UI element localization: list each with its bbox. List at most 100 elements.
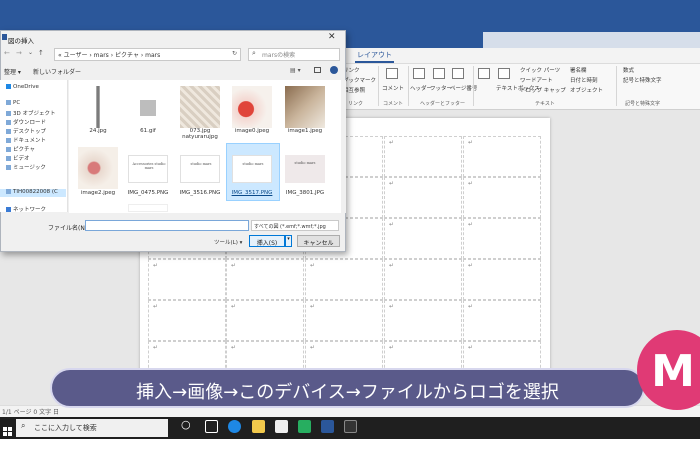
table-cell[interactable]: ↵ <box>226 259 304 300</box>
view-options-icon[interactable]: ▤ ▾ <box>290 67 301 74</box>
organize-button[interactable]: 整理 ▾ <box>4 67 21 76</box>
ribbon-bookmark-button[interactable]: ブックマーク <box>343 76 376 84</box>
close-icon[interactable]: ✕ <box>328 32 336 42</box>
nav-item-label: PC <box>13 100 21 106</box>
nav-item[interactable]: ダウンロード <box>6 118 46 126</box>
nav-item[interactable]: ミュージック <box>6 163 46 171</box>
ribbon-tab-strip <box>340 48 700 64</box>
file-thumbnail[interactable] <box>285 86 325 128</box>
paragraph-mark-icon: ↵ <box>231 303 237 310</box>
channel-logo-letter: M <box>651 346 695 397</box>
file-thumbnail[interactable] <box>78 147 118 189</box>
ribbon-quickparts-button[interactable]: クイック パーツ <box>520 66 560 74</box>
ribbon-dropcap-button[interactable]: ドロップ キャップ <box>520 86 566 94</box>
ribbon-object-button[interactable]: オブジェクト <box>570 86 603 94</box>
file-thumbnail[interactable] <box>128 204 168 212</box>
nav-item[interactable]: ドキュメント <box>6 136 46 144</box>
ribbon-wordart-button[interactable]: ワードアート <box>520 76 553 84</box>
pc-icon <box>6 100 11 105</box>
comment-icon <box>386 68 398 79</box>
nav-item[interactable]: ピクチャ <box>6 145 35 153</box>
nav-item-label: ピクチャ <box>13 147 35 153</box>
file-thumbnail[interactable]: Accessories studio mars <box>128 155 168 183</box>
nav-item[interactable]: TIH00822008 (C <box>6 189 58 195</box>
table-cell[interactable]: ↵ <box>384 259 462 300</box>
file-thumbnail[interactable] <box>232 86 272 128</box>
nav-item[interactable]: PC <box>6 100 20 106</box>
paragraph-mark-icon: ↵ <box>468 139 474 146</box>
table-cell[interactable]: ↵ <box>463 218 541 259</box>
cancel-button[interactable]: キャンセル <box>297 235 340 247</box>
file-explorer-icon[interactable] <box>252 420 265 433</box>
preview-pane-icon[interactable] <box>314 67 321 73</box>
nav-item[interactable]: ビデオ <box>6 154 30 162</box>
file-thumbnail[interactable] <box>78 86 118 128</box>
terminal-icon[interactable] <box>344 420 357 433</box>
file-thumbnail[interactable]: studio mars <box>180 155 220 183</box>
table-cell[interactable]: ↵ <box>305 300 383 341</box>
file-name-label: 073.jpg natyurarujpg <box>182 128 218 140</box>
tab-layout[interactable]: レイアウト <box>355 49 394 63</box>
new-folder-button[interactable]: 新しいフォルダー <box>33 67 81 76</box>
nav-item[interactable]: 3D オブジェクト <box>6 109 55 117</box>
windows-start-icon[interactable] <box>3 422 13 436</box>
chevron-down-icon[interactable]: ⌄ <box>28 49 33 56</box>
nav-item[interactable]: デスクトップ <box>6 127 46 135</box>
table-cell[interactable]: ↵ <box>463 300 541 341</box>
table-cell[interactable]: ↵ <box>226 300 304 341</box>
back-icon[interactable]: ← <box>4 49 10 57</box>
store-icon[interactable] <box>275 420 288 433</box>
ribbon-header-button[interactable]: ヘッダー <box>410 84 432 92</box>
table-cell[interactable]: ↵ <box>148 259 226 300</box>
table-cell[interactable]: ↵ <box>384 218 462 259</box>
cortana-icon[interactable]: ○ <box>181 418 191 431</box>
app-green-icon[interactable] <box>298 420 311 433</box>
file-thumbnail[interactable]: studio mars <box>285 155 325 183</box>
task-view-icon[interactable] <box>205 420 218 433</box>
scrollbar[interactable] <box>341 80 346 213</box>
paragraph-mark-icon: ↵ <box>389 344 395 351</box>
table-cell[interactable]: ↵ <box>305 259 383 300</box>
table-cell[interactable]: ↵ <box>384 136 462 177</box>
forward-icon[interactable]: → <box>16 49 22 57</box>
cloud-icon <box>6 84 11 89</box>
table-cell[interactable]: ↵ <box>463 177 541 218</box>
filetype-select[interactable]: すべての図 (*.emf;*.wmf;*.jpg <box>251 220 339 231</box>
search-icon: ⌕ <box>252 49 256 57</box>
ribbon-separator <box>473 66 474 106</box>
help-icon[interactable] <box>330 66 338 74</box>
insert-dropdown-icon[interactable]: ▾ <box>285 235 292 247</box>
dialog-search-placeholder: marsの検索 <box>262 52 296 59</box>
insert-button[interactable]: 挿入(S) <box>249 235 285 247</box>
up-icon[interactable]: ↑ <box>38 49 44 57</box>
nav-item[interactable]: ネットワーク <box>6 205 46 213</box>
ribbon-datetime-button[interactable]: 日付と時刻 <box>570 76 598 84</box>
ribbon-comment-button[interactable]: コメント <box>382 84 404 92</box>
file-thumbnail[interactable] <box>180 86 220 128</box>
search-icon: ⌕ <box>21 421 26 430</box>
table-cell[interactable]: ↵ <box>148 300 226 341</box>
table-cell[interactable]: ↵ <box>384 177 462 218</box>
ribbon-separator <box>616 66 617 106</box>
paragraph-mark-icon: ↵ <box>389 221 395 228</box>
table-cell[interactable]: ↵ <box>463 259 541 300</box>
tools-button[interactable]: ツール(L) ▾ <box>214 238 242 246</box>
filename-input[interactable] <box>85 220 249 231</box>
ribbon-symbol-button[interactable]: 記号と特殊文字 <box>623 76 662 84</box>
file-thumbnail[interactable] <box>128 86 168 128</box>
file-thumbnail[interactable]: studio mars <box>232 155 272 183</box>
table-cell[interactable]: ↵ <box>463 136 541 177</box>
ribbon-footer-button[interactable]: フッター <box>430 84 452 92</box>
file-name-label: IMG_0475.PNG <box>127 190 169 196</box>
nav-item[interactable]: OneDrive <box>6 84 39 90</box>
refresh-icon[interactable]: ↻ <box>232 50 237 57</box>
nav-item-label: ミュージック <box>13 165 46 171</box>
word-icon[interactable] <box>321 420 334 433</box>
table-cell[interactable]: ↵ <box>384 300 462 341</box>
ribbon-signature-button[interactable]: 署名欄 <box>570 66 587 74</box>
ribbon-equation-button[interactable]: 数式 <box>623 66 634 74</box>
edge-icon[interactable] <box>228 420 241 433</box>
bottom-margin <box>0 439 700 467</box>
ribbon-crossref-button[interactable]: 相互参照 <box>343 86 365 94</box>
file-name-label: image2.jpeg <box>80 190 116 196</box>
